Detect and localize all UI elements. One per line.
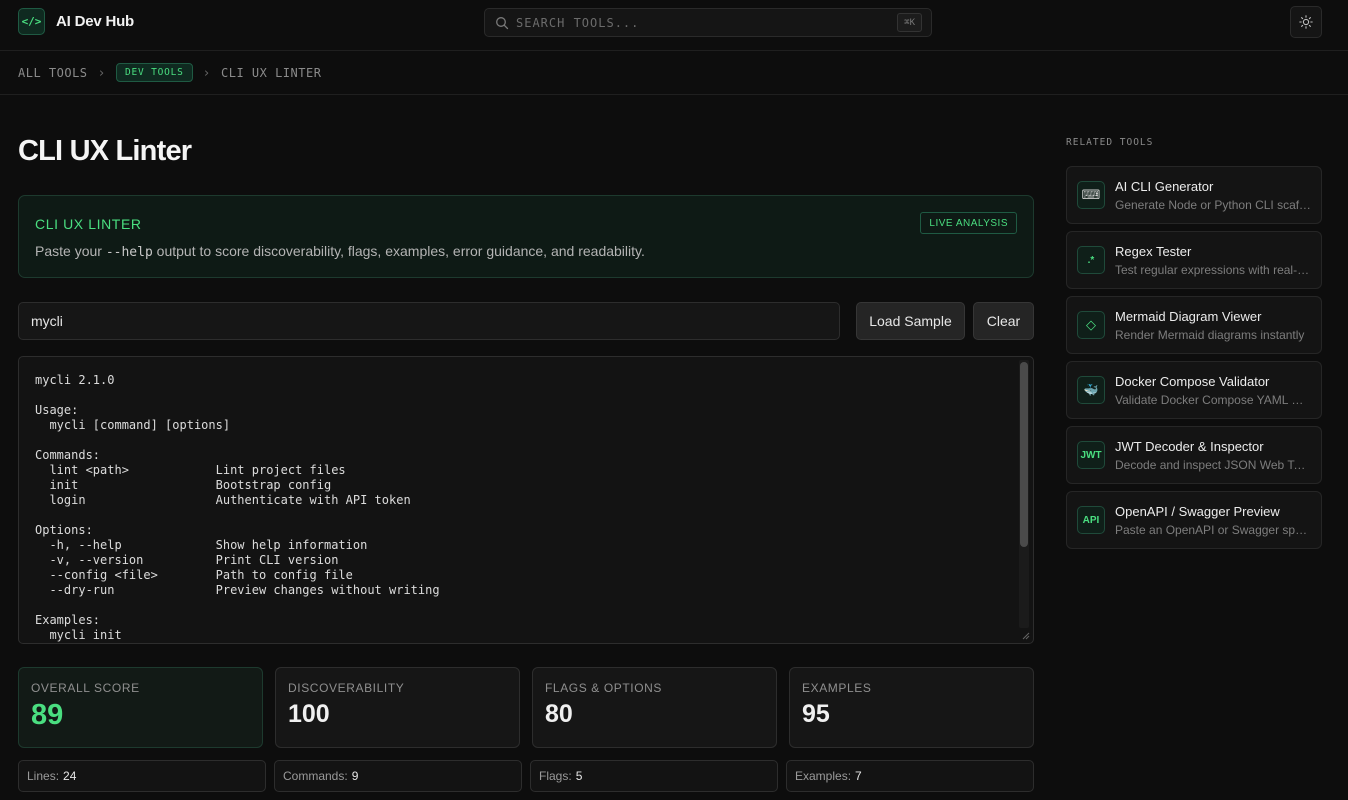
related-tool-name: Mermaid Diagram Viewer (1115, 309, 1262, 324)
banner-title: CLI UX LINTER (35, 216, 142, 232)
stat-examples: Examples: 7 (786, 760, 1034, 792)
related-tool-desc: Validate Docker Compose YAML with rules (1115, 393, 1311, 407)
stat-label: Commands: (283, 769, 348, 783)
related-tool-name: OpenAPI / Swagger Preview (1115, 504, 1280, 519)
banner-desc-tail: output to score discoverability, flags, … (152, 243, 645, 259)
related-tool-name: Docker Compose Validator (1115, 374, 1270, 389)
resize-handle-icon[interactable] (1022, 632, 1030, 640)
breadcrumb-all-tools[interactable]: ALL TOOLS (18, 51, 88, 95)
jwt-icon: JWT (1077, 441, 1105, 469)
chevron-right-icon: › (204, 66, 210, 81)
search-icon (496, 17, 509, 30)
score-card-flags: FLAGS & OPTIONS 80 (532, 667, 777, 748)
related-tool-jwt-decoder[interactable]: JWT JWT Decoder & Inspector Decode and i… (1066, 426, 1322, 484)
chevron-right-icon: › (99, 66, 105, 81)
stat-commands: Commands: 9 (274, 760, 522, 792)
score-label: FLAGS & OPTIONS (545, 681, 663, 695)
score-value: 89 (31, 699, 64, 731)
stat-value: 24 (63, 769, 77, 783)
whale-icon: 🐳 (1077, 376, 1105, 404)
related-tool-desc: Decode and inspect JSON Web Tokens (1115, 458, 1311, 472)
live-analysis-badge: LIVE ANALYSIS (920, 212, 1017, 234)
banner-desc-lead: Paste your (35, 243, 106, 259)
help-output-text: mycli 2.1.0 Usage: mycli [command] [opti… (35, 373, 440, 642)
theme-toggle-button[interactable] (1290, 6, 1322, 38)
app-title[interactable]: AI Dev Hub (56, 13, 134, 30)
score-label: OVERALL SCORE (31, 681, 140, 695)
breadcrumb: ALL TOOLS › DEV TOOLS › CLI UX LINTER (0, 51, 1348, 95)
banner-description: Paste your --help output to score discov… (35, 243, 645, 260)
related-tool-name: Regex Tester (1115, 244, 1192, 259)
tool-info-banner: CLI UX LINTER LIVE ANALYSIS Paste your -… (18, 195, 1034, 278)
page-title: CLI UX Linter (18, 135, 192, 167)
breadcrumb-category[interactable]: DEV TOOLS (116, 63, 193, 82)
search-input[interactable] (516, 9, 876, 36)
related-tool-desc: Paste an OpenAPI or Swagger spec to prev… (1115, 523, 1311, 537)
related-tool-name: JWT Decoder & Inspector (1115, 439, 1264, 454)
score-value: 80 (545, 700, 573, 728)
score-value: 95 (802, 700, 830, 728)
related-tool-desc: Generate Node or Python CLI scaffolds (1115, 198, 1311, 212)
related-tool-desc: Test regular expressions with real-time … (1115, 263, 1311, 277)
keyboard-icon: ⌨ (1077, 181, 1105, 209)
score-label: DISCOVERABILITY (288, 681, 405, 695)
cli-name-input[interactable] (18, 302, 840, 340)
help-output-textarea[interactable]: mycli 2.1.0 Usage: mycli [command] [opti… (18, 356, 1034, 644)
regex-icon: .* (1077, 246, 1105, 274)
score-card-discoverability: DISCOVERABILITY 100 (275, 667, 520, 748)
editor-scrollbar[interactable] (1019, 360, 1029, 628)
banner-desc-code: --help (105, 245, 153, 260)
stat-flags: Flags: 5 (530, 760, 778, 792)
stat-value: 7 (855, 769, 862, 783)
score-card-examples: EXAMPLES 95 (789, 667, 1034, 748)
related-tool-name: AI CLI Generator (1115, 179, 1214, 194)
clear-button[interactable]: Clear (973, 302, 1034, 340)
related-tool-mermaid-viewer[interactable]: ◇ Mermaid Diagram Viewer Render Mermaid … (1066, 296, 1322, 354)
top-bar: </> AI Dev Hub ⌘K (0, 0, 1348, 51)
score-card-overall: OVERALL SCORE 89 (18, 667, 263, 748)
related-tool-ai-cli-generator[interactable]: ⌨ AI CLI Generator Generate Node or Pyth… (1066, 166, 1322, 224)
load-sample-button[interactable]: Load Sample (856, 302, 965, 340)
related-tool-openapi-preview[interactable]: API OpenAPI / Swagger Preview Paste an O… (1066, 491, 1322, 549)
api-icon: API (1077, 506, 1105, 534)
stat-value: 9 (351, 769, 359, 783)
stat-lines: Lines: 24 (18, 760, 266, 792)
related-tool-docker-compose-validator[interactable]: 🐳 Docker Compose Validator Validate Dock… (1066, 361, 1322, 419)
score-label: EXAMPLES (802, 681, 872, 695)
stat-label: Flags: (539, 769, 572, 783)
search-bar[interactable]: ⌘K (484, 8, 932, 37)
diamond-icon: ◇ (1077, 311, 1105, 339)
related-tool-desc: Render Mermaid diagrams instantly (1115, 328, 1305, 342)
related-tool-regex-tester[interactable]: .* Regex Tester Test regular expressions… (1066, 231, 1322, 289)
editor-scrollbar-thumb[interactable] (1020, 362, 1028, 547)
logo-icon[interactable]: </> (18, 8, 45, 35)
breadcrumb-current: CLI UX LINTER (221, 66, 322, 80)
related-tools-heading: RELATED TOOLS (1066, 137, 1154, 148)
stat-label: Examples: (795, 769, 852, 783)
stat-label: Lines: (27, 769, 60, 783)
stat-value: 5 (575, 769, 583, 783)
score-value: 100 (288, 700, 330, 728)
search-shortcut-hint: ⌘K (897, 13, 922, 32)
sun-icon (1299, 15, 1313, 29)
